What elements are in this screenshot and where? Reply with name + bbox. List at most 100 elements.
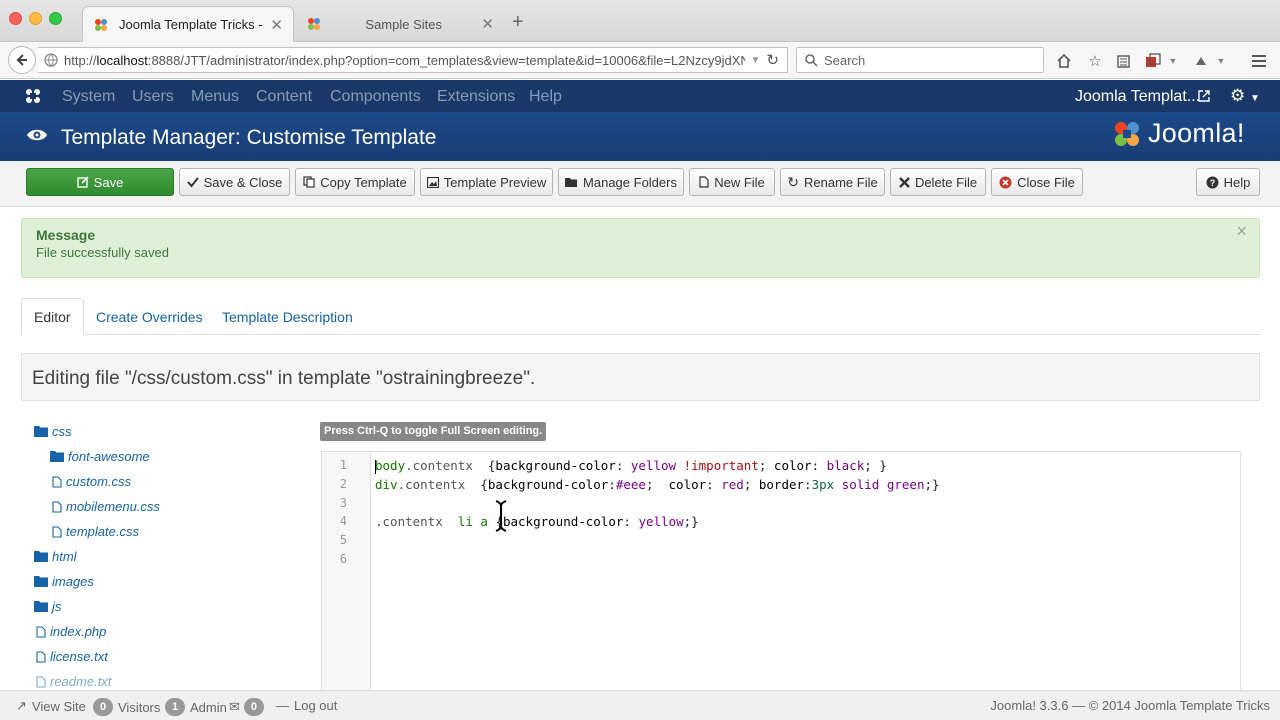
bookmark-star-icon[interactable]: ☆	[1086, 52, 1104, 70]
rename-file-button[interactable]: ↻ Rename File	[780, 168, 885, 196]
status-bar: ↗ View Site 0 Visitors 1 Admin ✉ 0 — Log…	[0, 690, 1280, 720]
joomla-brand: Joomla!	[1112, 118, 1245, 149]
menu-users[interactable]: Users	[132, 88, 174, 106]
fullscreen-hint: Press Ctrl-Q to toggle Full Screen editi…	[320, 422, 547, 441]
code-line[interactable]: body.contentx {background-color: yellow …	[375, 458, 887, 473]
brand-text: Joomla!	[1148, 118, 1245, 148]
tab-create-overrides[interactable]: Create Overrides	[84, 298, 215, 335]
delete-file-button[interactable]: Delete File	[890, 168, 986, 196]
tree-folder-font-awesome[interactable]: font-awesome	[50, 449, 150, 464]
envelope-icon: ✉	[229, 699, 240, 714]
menu-system[interactable]: System	[62, 88, 115, 106]
minus-icon: —	[276, 698, 289, 713]
extension-dropdown-icon[interactable]: ▼	[1164, 52, 1182, 70]
tab-editor[interactable]: Editor	[21, 298, 84, 335]
close-file-button[interactable]: Close File	[991, 168, 1083, 196]
code-line[interactable]: .contentx li a {background-color: yellow…	[375, 514, 699, 529]
menu-help[interactable]: Help	[529, 88, 562, 106]
tab-close-icon[interactable]: ✕	[481, 15, 494, 33]
browser-tab-active[interactable]: Joomla Template Tricks - A... ✕	[82, 6, 294, 42]
new-file-button[interactable]: New File	[689, 168, 775, 196]
reload-icon[interactable]: ↻	[766, 51, 779, 69]
cancel-circle-icon	[999, 176, 1012, 189]
line-number: 4	[339, 514, 347, 528]
toolbar: Save Save & Close Copy Template Template…	[0, 161, 1280, 207]
tree-file-readme-txt[interactable]: readme.txt	[36, 674, 111, 689]
tree-folder-css[interactable]: css	[34, 424, 72, 439]
menu-content[interactable]: Content	[256, 88, 312, 106]
copy-template-button[interactable]: Copy Template	[295, 168, 415, 196]
copy-icon	[303, 176, 315, 188]
success-message: Message File successfully saved ×	[21, 218, 1260, 278]
tree-folder-html[interactable]: html	[34, 549, 77, 564]
joomla-brand-icon	[1115, 121, 1139, 146]
joomla-favicon-icon	[93, 17, 109, 33]
admin-badge: 1	[165, 698, 185, 716]
eye-icon	[27, 129, 47, 141]
folder-icon	[50, 451, 64, 462]
logout-link[interactable]: — Log out	[276, 698, 337, 713]
tree-folder-js[interactable]: js	[34, 599, 61, 614]
menu-menus[interactable]: Menus	[191, 88, 239, 106]
tree-file-license-txt[interactable]: license.txt	[36, 649, 108, 664]
menu-extensions[interactable]: Extensions	[437, 88, 515, 106]
window-close-button[interactable]	[9, 12, 22, 25]
line-number: 6	[339, 552, 347, 566]
refresh-icon: ↻	[787, 173, 800, 190]
close-icon[interactable]: ×	[1236, 221, 1247, 242]
messages-count[interactable]: ✉ 0	[229, 698, 269, 716]
folder-icon	[34, 551, 48, 562]
search-bar[interactable]: Search	[796, 47, 1044, 73]
folder-icon	[34, 601, 48, 612]
menu-components[interactable]: Components	[330, 88, 421, 106]
admin-count[interactable]: 1 Admin	[165, 698, 227, 716]
tree-file-index-php[interactable]: index.php	[36, 624, 106, 639]
back-button[interactable]	[8, 46, 36, 74]
tree-file-custom-css[interactable]: custom.css	[52, 474, 131, 489]
file-icon	[699, 176, 709, 188]
reading-list-icon[interactable]	[1114, 52, 1132, 70]
joomla-logo-icon[interactable]	[24, 87, 42, 105]
back-arrow-icon	[16, 54, 27, 66]
visitors-badge: 0	[93, 698, 113, 716]
message-text: File successfully saved	[36, 245, 169, 260]
url-bar[interactable]: http://localhost:8888/JTT/administrator/…	[38, 47, 788, 73]
hamburger-menu-icon[interactable]	[1250, 52, 1268, 70]
addon-dropdown-icon[interactable]: ▼	[1212, 52, 1230, 70]
gear-icon[interactable]: ⚙ ▼	[1230, 86, 1260, 106]
line-number: 1	[339, 458, 347, 472]
extension-icon[interactable]	[1144, 52, 1162, 70]
tab-template-description[interactable]: Template Description	[210, 298, 365, 335]
picture-icon	[426, 176, 439, 188]
save-close-button[interactable]: Save & Close	[179, 168, 290, 196]
url-dropdown-icon[interactable]: ▼	[751, 55, 761, 66]
file-icon	[36, 650, 46, 663]
manage-folders-button[interactable]: Manage Folders	[558, 168, 684, 196]
share-icon: ↗	[16, 698, 27, 713]
site-name-link[interactable]: Joomla Templat...	[1075, 88, 1200, 106]
code-editor[interactable]: 1 2 3 4 5 6 body.contentx {background-co…	[321, 451, 1241, 691]
code-line[interactable]: div.contentx {background-color:#eee; col…	[375, 477, 940, 492]
template-preview-button[interactable]: Template Preview	[420, 168, 553, 196]
addon-icon[interactable]	[1192, 52, 1210, 70]
page-title: Template Manager: Customise Template	[61, 126, 437, 149]
admin-menu-bar: System Users Menus Content Components Ex…	[0, 80, 1280, 112]
folder-open-icon	[565, 177, 578, 188]
window-minimize-button[interactable]	[29, 12, 42, 25]
browser-nav-bar: http://localhost:8888/JTT/administrator/…	[0, 42, 1280, 79]
browser-tab-inactive[interactable]: Sample Sites ✕	[296, 6, 504, 42]
url-text: http://localhost:8888/JTT/administrator/…	[64, 52, 745, 68]
window-zoom-button[interactable]	[49, 12, 62, 25]
file-icon	[52, 500, 62, 513]
new-tab-icon[interactable]: +	[512, 12, 524, 32]
tree-folder-images[interactable]: images	[34, 574, 94, 589]
check-icon	[186, 176, 199, 188]
help-button[interactable]: ? Help	[1196, 168, 1260, 196]
tree-file-template-css[interactable]: template.css	[52, 524, 139, 539]
home-icon[interactable]	[1055, 52, 1073, 70]
tree-file-mobilemenu-css[interactable]: mobilemenu.css	[52, 499, 160, 514]
copyright-text: Joomla! 3.3.6 — © 2014 Joomla Template T…	[990, 698, 1270, 713]
tab-close-icon[interactable]: ✕	[270, 16, 283, 34]
save-button[interactable]: Save	[26, 168, 174, 196]
view-site-link[interactable]: ↗ View Site	[16, 698, 86, 714]
